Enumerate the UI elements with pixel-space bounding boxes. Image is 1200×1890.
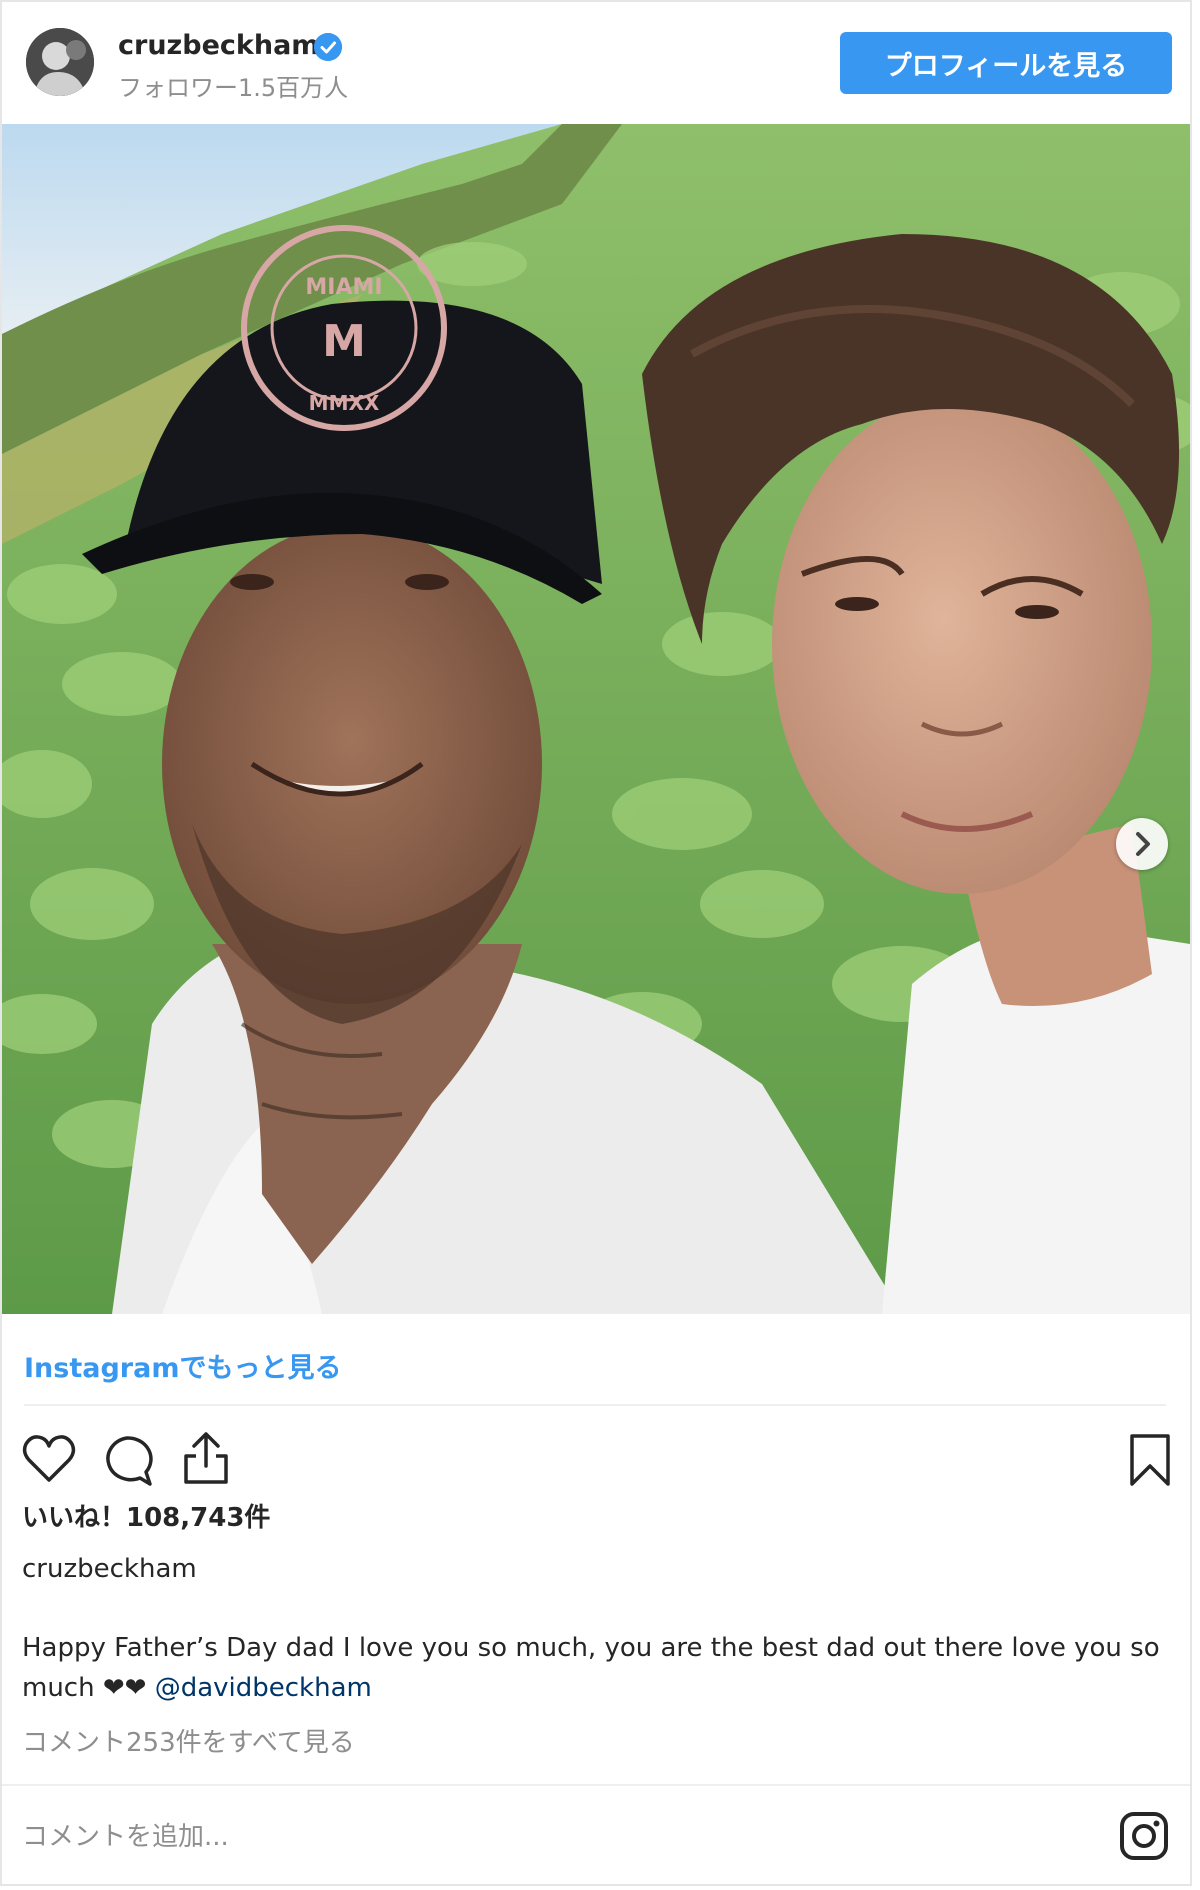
heart-icon[interactable] <box>22 1434 76 1488</box>
cap-logo-letter: M <box>322 316 366 367</box>
cap-mmxx-text: MMXX <box>309 391 380 415</box>
verified-badge-icon <box>314 33 342 61</box>
view-all-comments-link[interactable]: コメント253件をすべて見る <box>22 1722 355 1759</box>
share-icon[interactable] <box>180 1430 232 1490</box>
post-header: cruzbeckham フォロワー1.5百万人 プロフィールを見る <box>2 2 1190 124</box>
view-more-on-instagram-link[interactable]: Instagramでもっと見る <box>24 1346 341 1385</box>
cap-miami-text: MIAMI <box>305 275 382 300</box>
instagram-logo-icon[interactable] <box>1118 1810 1170 1866</box>
follower-count: フォロワー1.5百万人 <box>118 74 349 102</box>
instagram-embed-card: cruzbeckham フォロワー1.5百万人 プロフィールを見る MIAMI … <box>0 0 1192 1886</box>
username[interactable]: cruzbeckham <box>118 30 319 61</box>
add-comment-input[interactable]: コメントを追加... <box>22 1816 229 1853</box>
like-count[interactable]: いいね！108,743件 <box>22 1497 270 1534</box>
caption-username[interactable]: cruzbeckham <box>22 1554 197 1584</box>
comment-bubble-icon[interactable] <box>100 1434 154 1492</box>
avatar[interactable] <box>26 28 94 96</box>
view-profile-button[interactable]: プロフィールを見る <box>840 32 1172 94</box>
post-photo[interactable]: MIAMI M MMXX <box>2 124 1190 1314</box>
next-photo-button[interactable] <box>1116 818 1168 870</box>
post-caption: Happy Father’s Day dad I love you so muc… <box>22 1628 1172 1708</box>
caption-mention-link[interactable]: @davidbeckham <box>155 1673 372 1703</box>
bookmark-icon[interactable] <box>1128 1432 1172 1492</box>
divider <box>2 1784 1190 1786</box>
chevron-right-icon <box>1136 832 1150 856</box>
divider <box>24 1404 1166 1406</box>
